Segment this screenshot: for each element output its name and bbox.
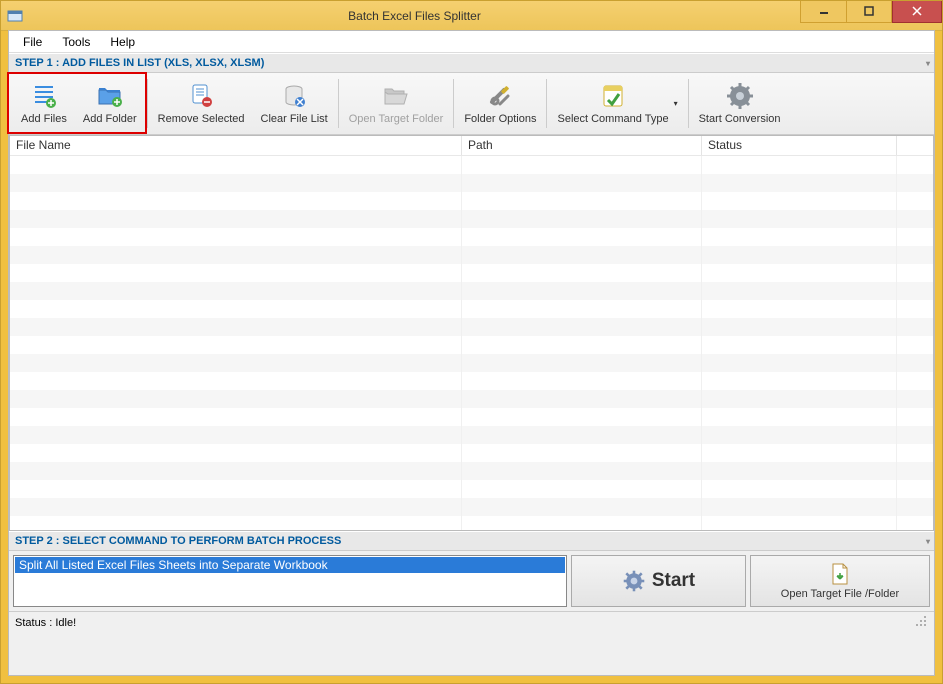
file-list: File Name Path Status	[9, 135, 934, 531]
start-conversion-button[interactable]: Start Conversion	[691, 75, 789, 132]
menu-help[interactable]: Help	[100, 33, 145, 51]
command-selected[interactable]: Split All Listed Excel Files Sheets into…	[15, 557, 565, 573]
statusbar: Status : Idle!	[9, 611, 934, 633]
status-text: Status : Idle!	[15, 617, 76, 629]
table-row	[10, 516, 933, 530]
col-status[interactable]: Status	[702, 136, 897, 155]
toolbar-separator	[453, 79, 454, 128]
table-row	[10, 390, 933, 408]
select-command-icon	[599, 82, 627, 110]
toolbar-separator	[546, 79, 547, 128]
step2-header: STEP 2 : SELECT COMMAND TO PERFORM BATCH…	[9, 531, 934, 551]
chevron-down-icon: ▾	[674, 99, 678, 108]
table-row	[10, 336, 933, 354]
table-row	[10, 228, 933, 246]
remove-selected-icon	[187, 82, 215, 110]
menu-file[interactable]: File	[13, 33, 52, 51]
open-target-button[interactable]: Open Target Folder	[341, 75, 452, 132]
table-row	[10, 318, 933, 336]
table-row	[10, 282, 933, 300]
table-row	[10, 354, 933, 372]
menubar: File Tools Help	[9, 31, 934, 53]
menu-tools[interactable]: Tools	[52, 33, 100, 51]
panel-grip-icon: ▾	[926, 59, 928, 68]
table-row	[10, 372, 933, 390]
maximize-button[interactable]	[846, 1, 892, 23]
table-row	[10, 192, 933, 210]
open-target-label: Open Target Folder	[349, 113, 444, 125]
close-button[interactable]	[892, 1, 942, 23]
table-row	[10, 210, 933, 228]
table-row	[10, 498, 933, 516]
select-command-label: Select Command Type	[557, 113, 668, 125]
app-icon	[7, 8, 23, 24]
add-files-label: Add Files	[21, 113, 67, 125]
add-files-icon	[30, 82, 58, 110]
table-row	[10, 462, 933, 480]
file-icon	[829, 562, 851, 586]
start-conversion-icon	[726, 82, 754, 110]
app-body: File Tools Help STEP 1 : ADD FILES IN LI…	[8, 30, 935, 676]
bottom-panel: Split All Listed Excel Files Sheets into…	[9, 551, 934, 611]
minimize-button[interactable]	[800, 1, 846, 23]
add-folder-button[interactable]: Add Folder	[75, 75, 145, 132]
step2-label: STEP 2 : SELECT COMMAND TO PERFORM BATCH…	[15, 535, 341, 547]
table-row	[10, 480, 933, 498]
open-target-icon	[382, 82, 410, 110]
clear-list-icon	[280, 82, 308, 110]
table-row	[10, 300, 933, 318]
add-folder-label: Add Folder	[83, 113, 137, 125]
folder-options-button[interactable]: Folder Options	[456, 75, 544, 132]
col-file-name[interactable]: File Name	[10, 136, 462, 155]
table-row	[10, 156, 933, 174]
toolbar: Add Files Add Folder Remove Selected Cle…	[9, 73, 934, 135]
toolbar-separator	[338, 79, 339, 128]
table-row	[10, 408, 933, 426]
table-row	[10, 174, 933, 192]
select-command-button[interactable]: Select Command Type ▾	[549, 75, 685, 132]
titlebar: Batch Excel Files Splitter	[1, 1, 942, 31]
table-row	[10, 264, 933, 282]
table-row	[10, 444, 933, 462]
folder-options-label: Folder Options	[464, 113, 536, 125]
list-header: File Name Path Status	[10, 136, 933, 156]
start-label: Start	[652, 570, 695, 592]
remove-selected-label: Remove Selected	[158, 113, 245, 125]
add-files-button[interactable]: Add Files	[13, 75, 75, 132]
window-title: Batch Excel Files Splitter	[29, 9, 800, 23]
list-body[interactable]	[10, 156, 933, 530]
table-row	[10, 246, 933, 264]
remove-selected-button[interactable]: Remove Selected	[150, 75, 253, 132]
gear-icon	[622, 569, 646, 593]
start-button[interactable]: Start	[571, 555, 746, 607]
clear-list-label: Clear File List	[261, 113, 328, 125]
command-select[interactable]: Split All Listed Excel Files Sheets into…	[13, 555, 567, 607]
table-row	[10, 426, 933, 444]
folder-options-icon	[486, 82, 514, 110]
start-conversion-label: Start Conversion	[699, 113, 781, 125]
clear-list-button[interactable]: Clear File List	[253, 75, 336, 132]
panel-grip-icon: ▾	[926, 537, 928, 546]
toolbar-separator	[147, 79, 148, 128]
col-path[interactable]: Path	[462, 136, 702, 155]
add-folder-icon	[96, 82, 124, 110]
open-target-folder-button[interactable]: Open Target File /Folder	[750, 555, 930, 607]
open-target-folder-label: Open Target File /Folder	[781, 588, 899, 600]
step1-header: STEP 1 : ADD FILES IN LIST (XLS, XLSX, X…	[9, 53, 934, 73]
window-controls	[800, 1, 942, 23]
resize-grip-icon[interactable]	[914, 614, 928, 631]
toolbar-separator	[688, 79, 689, 128]
step1-label: STEP 1 : ADD FILES IN LIST (XLS, XLSX, X…	[15, 57, 264, 69]
